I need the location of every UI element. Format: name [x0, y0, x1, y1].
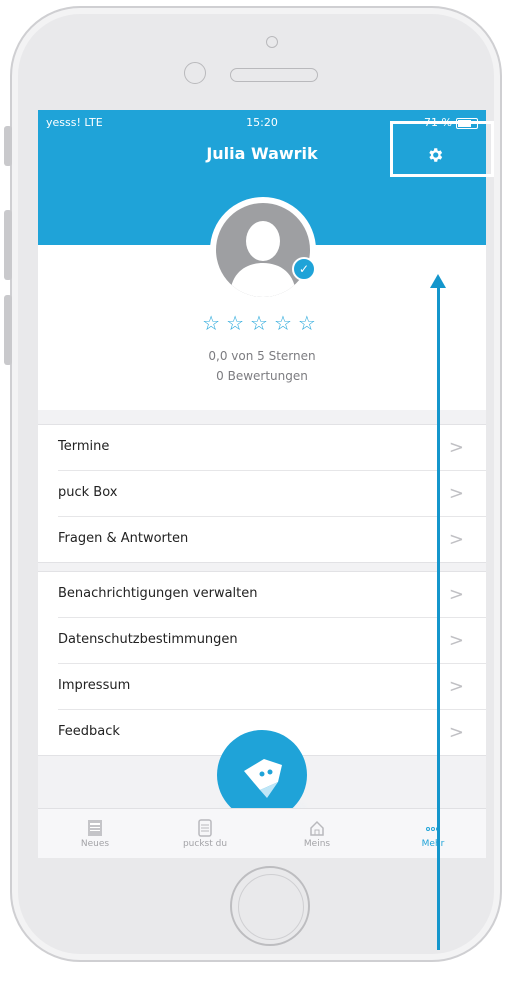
- tag-icon: [244, 759, 282, 798]
- avatar[interactable]: ✓: [210, 197, 316, 303]
- chevron-right-icon: >: [448, 676, 464, 697]
- verified-check-icon: ✓: [292, 257, 316, 281]
- person-silhouette-icon: [216, 203, 310, 297]
- menu-item-label: Fragen & Antworten: [58, 531, 189, 546]
- tab-label: Neues: [80, 839, 110, 849]
- rating-text: 0,0 von 5 Sternen: [208, 349, 316, 363]
- menu-group-primary: Termine > puck Box > Fragen & Antworten >: [38, 424, 486, 563]
- profile-card: ✓ ☆☆☆☆☆ 0,0 von 5 Sternen 0 Bewertungen: [38, 197, 486, 410]
- menu-group-secondary: Benachrichtigungen verwalten > Datenschut…: [38, 571, 486, 756]
- volume-up-button: [4, 210, 12, 280]
- tab-puckst-du[interactable]: puckst du: [170, 819, 240, 849]
- menu-item-impressum[interactable]: Impressum >: [58, 664, 486, 710]
- menu-item-privacy[interactable]: Datenschutzbestimmungen >: [58, 618, 486, 664]
- volume-down-button: [4, 295, 12, 365]
- menu-item-puck-box[interactable]: puck Box >: [58, 471, 486, 517]
- tab-label: puckst du: [182, 839, 228, 849]
- home-button[interactable]: [230, 866, 310, 946]
- star-icon: ☆: [202, 311, 227, 335]
- menu-item-label: Termine: [58, 439, 110, 454]
- tab-neues[interactable]: Neues: [60, 819, 130, 849]
- chevron-right-icon: >: [448, 529, 464, 550]
- front-camera: [184, 62, 206, 84]
- chevron-right-icon: >: [448, 630, 464, 651]
- app-screen: yesss! LTE 15:20 71 % Julia Wawrik ✓ ☆☆☆…: [38, 110, 486, 858]
- home-icon: [310, 820, 324, 836]
- settings-highlight-box: [390, 121, 494, 177]
- chevron-right-icon: >: [448, 584, 464, 605]
- tab-label: Mehr: [421, 839, 445, 849]
- reviews-count: 0 Bewertungen: [216, 369, 308, 383]
- news-icon: [88, 820, 102, 836]
- tab-label: Meins: [303, 839, 331, 849]
- chevron-right-icon: >: [448, 437, 464, 458]
- menu-item-label: Feedback: [58, 724, 120, 739]
- menu-item-label: puck Box: [58, 485, 118, 500]
- menu-item-faq[interactable]: Fragen & Antworten >: [58, 517, 486, 562]
- menu-item-notifications[interactable]: Benachrichtigungen verwalten >: [58, 572, 486, 618]
- star-icon: ☆: [226, 311, 251, 335]
- puck-action-button[interactable]: [217, 730, 307, 820]
- menu-item-label: Impressum: [58, 678, 131, 693]
- tab-bar: Neues puckst du Meins Mehr: [38, 808, 486, 858]
- menu-item-label: Benachrichtigungen verwalten: [58, 586, 258, 601]
- annotation-arrow: [437, 286, 440, 950]
- tab-meins[interactable]: Meins: [282, 819, 352, 849]
- chevron-right-icon: >: [448, 483, 464, 504]
- menu-item-label: Datenschutzbestimmungen: [58, 632, 238, 647]
- menu-item-termine[interactable]: Termine >: [58, 425, 486, 471]
- earpiece-speaker: [230, 68, 318, 82]
- mute-switch: [4, 126, 12, 166]
- list-icon: [198, 819, 212, 837]
- star-icon: ☆: [250, 311, 274, 335]
- star-rating: ☆☆☆☆☆: [38, 311, 486, 335]
- tab-mehr[interactable]: Mehr: [398, 819, 468, 849]
- star-icon: ☆: [297, 311, 322, 335]
- chevron-right-icon: >: [448, 722, 464, 743]
- star-icon: ☆: [273, 311, 298, 335]
- sensor: [266, 36, 278, 48]
